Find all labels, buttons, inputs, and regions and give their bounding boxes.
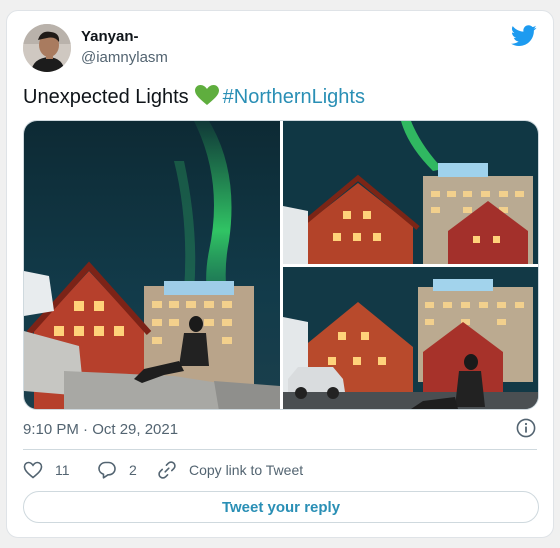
media-photo-2[interactable]	[283, 121, 538, 264]
reply-bubble-icon	[98, 461, 116, 479]
tweet-your-reply-button[interactable]: Tweet your reply	[23, 491, 539, 523]
tweet-body: Unexpected Lights	[23, 86, 189, 108]
like-button[interactable]: 11	[23, 460, 70, 480]
twitter-bird-icon[interactable]	[511, 25, 537, 47]
author-name[interactable]: Yanyan-	[81, 28, 139, 45]
media-photo-3[interactable]	[283, 267, 538, 409]
link-icon	[158, 461, 176, 479]
media-photo-1[interactable]	[24, 121, 280, 409]
divider	[23, 449, 537, 450]
hashtag-link[interactable]: #NorthernLights	[223, 86, 365, 108]
avatar[interactable]	[23, 24, 71, 72]
author-handle[interactable]: @iamnylasm	[81, 49, 168, 66]
info-icon[interactable]	[516, 418, 536, 438]
reply-button[interactable]: 2	[97, 460, 137, 480]
reply-count: 2	[129, 462, 137, 478]
copy-link-button[interactable]: Copy link to Tweet	[157, 460, 303, 480]
like-count: 11	[55, 462, 70, 478]
tweet-actions: 11 2 Copy link to Tweet	[23, 460, 533, 480]
media-grid	[23, 120, 539, 410]
tweet-text: Unexpected Lights #NorthernLights	[23, 85, 365, 109]
heart-icon	[23, 461, 43, 479]
tweet-card: Yanyan- @iamnylasm Unexpected Lights #Nor…	[6, 10, 554, 538]
green-heart-emoji	[194, 85, 219, 105]
tweet-timestamp[interactable]: 9:10 PM · Oct 29, 2021	[23, 421, 178, 438]
copy-link-label: Copy link to Tweet	[189, 462, 304, 478]
